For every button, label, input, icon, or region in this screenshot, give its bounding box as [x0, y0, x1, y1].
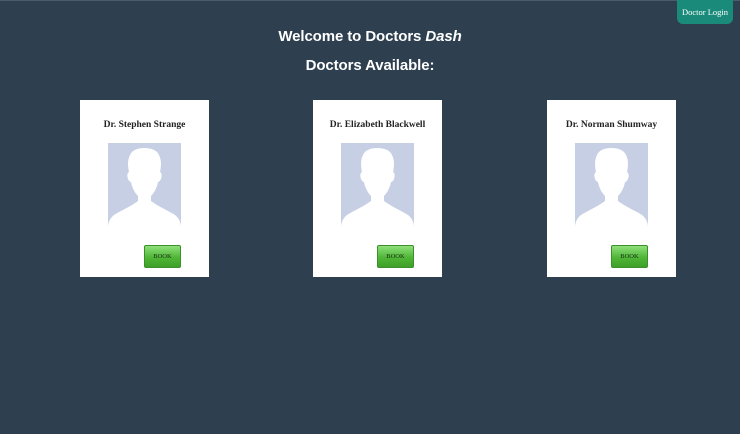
- avatar-placeholder-icon: [108, 143, 181, 240]
- doctor-login-button[interactable]: Doctor Login: [677, 0, 733, 24]
- brand-name: Dash: [425, 28, 462, 45]
- doctors-available-heading: Doctors Available:: [305, 57, 435, 74]
- book-button[interactable]: BOOK: [611, 245, 648, 268]
- book-button[interactable]: BOOK: [377, 245, 414, 268]
- doctor-name: Dr. Stephen Strange: [103, 120, 186, 130]
- doctor-name: Dr. Norman Shumway: [565, 120, 658, 130]
- welcome-heading: Welcome to Doctors Dash: [0, 28, 740, 45]
- avatar-placeholder-icon: [341, 143, 414, 240]
- book-button[interactable]: BOOK: [144, 245, 181, 268]
- doctor-card: Dr. Elizabeth Blackwell BOOK: [313, 100, 442, 277]
- doctor-name: Dr. Elizabeth Blackwell: [329, 120, 426, 130]
- doctor-card: Dr. Norman Shumway BOOK: [547, 100, 676, 277]
- top-divider: [0, 0, 740, 1]
- welcome-text: Welcome to Doctors: [278, 28, 426, 45]
- avatar-placeholder-icon: [575, 143, 648, 240]
- doctor-card: Dr. Stephen Strange BOOK: [80, 100, 209, 277]
